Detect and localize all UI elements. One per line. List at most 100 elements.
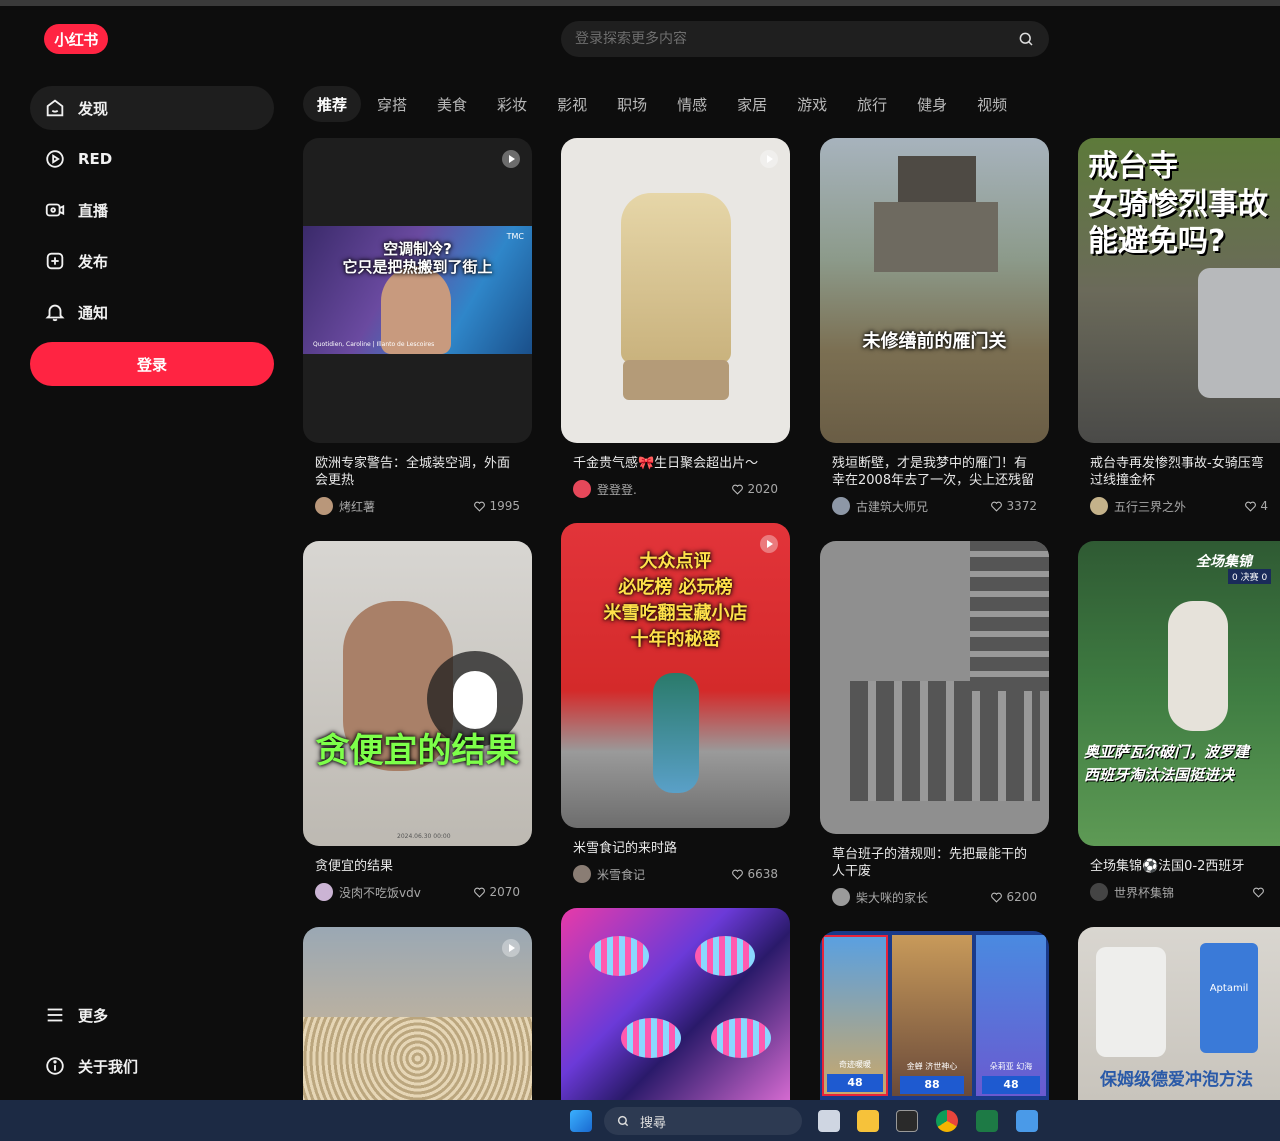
sidebar-item-red[interactable]: RED bbox=[30, 137, 274, 181]
tab-outfit[interactable]: 穿搭 bbox=[363, 86, 421, 122]
cover-overlay-text: 贪便宜的结果 bbox=[315, 731, 520, 771]
feed-card[interactable]: 全场集锦 0 决赛 0 奥亚萨瓦尔破门，波罗建 西班牙淘汰法国挺进决 全场集锦⚽… bbox=[1078, 541, 1280, 901]
like-button[interactable]: 4 bbox=[1244, 499, 1268, 513]
card-cover[interactable] bbox=[561, 908, 790, 1100]
notepad-icon[interactable] bbox=[1016, 1110, 1038, 1132]
file-explorer-icon[interactable] bbox=[857, 1110, 879, 1132]
author-name[interactable]: 烤红薯 bbox=[339, 498, 473, 515]
feed-card[interactable]: 贪便宜的结果 2024.06.30 00:00 贪便宜的结果 没肉不吃饭vdv … bbox=[303, 541, 532, 901]
feed-card[interactable]: 未修缮前的雁门关 残垣断壁，才是我梦中的雁门！有幸在2008年去了一次，尖上还残… bbox=[820, 138, 1049, 515]
gate-wall bbox=[874, 202, 998, 272]
feed-card[interactable]: 大众点评 必吃榜 必玩榜 米雪吃翻宝藏小店 十年的秘密 米雪食记的来时路 米雪食… bbox=[561, 523, 790, 883]
sidebar-item-publish[interactable]: 发布 bbox=[30, 239, 274, 283]
like-button[interactable]: 3372 bbox=[990, 499, 1037, 513]
card-title[interactable]: 贪便宜的结果 bbox=[315, 858, 520, 875]
card-cover[interactable]: 戒台寺 女骑惨烈事故 能避免吗? bbox=[1078, 138, 1280, 443]
card-title[interactable]: 欧洲专家警告：全城装空调，外面会更热 bbox=[315, 455, 520, 489]
author-name[interactable]: 柴大咪的家长 bbox=[856, 889, 990, 906]
tab-film[interactable]: 影视 bbox=[543, 86, 601, 122]
windows-start-icon[interactable] bbox=[570, 1110, 592, 1132]
card-title[interactable]: 戒台寺再发惨烈事故-女骑压弯过线撞金杯 bbox=[1090, 455, 1268, 489]
card-meta: 烤红薯 1995 bbox=[315, 497, 520, 515]
feed-card[interactable]: TMC 空调制冷? 它只是把热搬到了街上 Quotidien, Caroline… bbox=[303, 138, 532, 515]
author-name[interactable]: 五行三界之外 bbox=[1114, 498, 1244, 515]
feed-card[interactable]: 草台班子的潜规则：先把最能干的人干废 柴大咪的家长 6200 bbox=[820, 541, 1049, 906]
xiaohongshu-logo[interactable]: 小红书 bbox=[44, 24, 108, 54]
like-button[interactable]: 2070 bbox=[473, 885, 520, 899]
tab-career[interactable]: 职场 bbox=[603, 86, 661, 122]
sidebar-item-discover[interactable]: 发现 bbox=[30, 86, 274, 130]
cover-overlay-text: 奥亚萨瓦尔破门，波罗建 西班牙淘汰法国挺进决 bbox=[1084, 743, 1250, 784]
avatar[interactable] bbox=[832, 497, 850, 515]
excel-icon[interactable] bbox=[976, 1110, 998, 1132]
photo-timestamp: 2024.06.30 00:00 bbox=[397, 833, 451, 840]
cover-overlay-text: 戒台寺 女骑惨烈事故 能避免吗? bbox=[1088, 149, 1268, 259]
feed-card[interactable]: 戒台寺 女骑惨烈事故 能避免吗? 戒台寺再发惨烈事故-女骑压弯过线撞金杯 五行三… bbox=[1078, 138, 1280, 515]
avatar[interactable] bbox=[573, 480, 591, 498]
avatar[interactable] bbox=[315, 883, 333, 901]
feed-card[interactable]: 千金贵气感🎀生日聚会超出片～ 登登登. 2020 bbox=[561, 138, 790, 498]
card-cover[interactable] bbox=[561, 138, 790, 443]
tab-home[interactable]: 家居 bbox=[723, 86, 781, 122]
task-view-icon[interactable] bbox=[818, 1110, 840, 1132]
search-icon[interactable] bbox=[1017, 30, 1035, 48]
pebbles-texture bbox=[303, 1017, 532, 1100]
tab-food[interactable]: 美食 bbox=[423, 86, 481, 122]
author-name[interactable]: 没肉不吃饭vdv bbox=[339, 884, 473, 901]
search-bar[interactable] bbox=[561, 21, 1049, 57]
tab-makeup[interactable]: 彩妆 bbox=[483, 86, 541, 122]
card-cover[interactable]: 贪便宜的结果 2024.06.30 00:00 bbox=[303, 541, 532, 846]
sidebar-item-more[interactable]: 更多 bbox=[30, 993, 274, 1037]
taskbar-search[interactable]: 搜尋 bbox=[604, 1107, 802, 1135]
card-cover[interactable]: 大众点评 必吃榜 必玩榜 米雪吃翻宝藏小店 十年的秘密 bbox=[561, 523, 790, 828]
sidebar-item-about[interactable]: 关于我们 bbox=[30, 1044, 274, 1088]
like-button[interactable]: 6638 bbox=[731, 867, 778, 881]
feed-card[interactable]: Aptamil 保姆级德爱冲泡方法 bbox=[1078, 927, 1280, 1100]
terminal-icon[interactable] bbox=[896, 1110, 918, 1132]
author-name[interactable]: 世界杯集锦 bbox=[1114, 884, 1252, 901]
feed-card[interactable] bbox=[561, 908, 790, 1100]
card-title[interactable]: 全场集锦⚽法国0-2西班牙 bbox=[1090, 858, 1268, 875]
sidebar-bottom: 更多 关于我们 bbox=[30, 993, 274, 1095]
like-button[interactable]: 2020 bbox=[731, 482, 778, 496]
search-input[interactable] bbox=[575, 31, 1017, 47]
card-title[interactable]: 草台班子的潜规则：先把最能干的人干废 bbox=[832, 846, 1037, 880]
card-cover[interactable]: TMC 空调制冷? 它只是把热搬到了街上 Quotidien, Caroline… bbox=[303, 138, 532, 443]
gate-tower bbox=[898, 156, 976, 202]
card-cover[interactable]: Aptamil 保姆级德爱冲泡方法 bbox=[1078, 927, 1280, 1100]
tab-games[interactable]: 游戏 bbox=[783, 86, 841, 122]
like-button[interactable]: 6200 bbox=[990, 890, 1037, 904]
avatar[interactable] bbox=[1090, 883, 1108, 901]
tab-fitness[interactable]: 健身 bbox=[903, 86, 961, 122]
card-cover[interactable]: 未修缮前的雁门关 bbox=[820, 138, 1049, 443]
tab-emotion[interactable]: 情感 bbox=[663, 86, 721, 122]
login-button[interactable]: 登录 bbox=[30, 342, 274, 386]
chrome-icon[interactable] bbox=[936, 1110, 958, 1132]
author-name[interactable]: 古建筑大师兄 bbox=[856, 498, 990, 515]
card-cover[interactable]: 全场集锦 0 决赛 0 奥亚萨瓦尔破门，波罗建 西班牙淘汰法国挺进决 bbox=[1078, 541, 1280, 846]
author-name[interactable]: 登登登. bbox=[597, 481, 731, 498]
card-title[interactable]: 千金贵气感🎀生日聚会超出片～ bbox=[573, 455, 778, 472]
card-title[interactable]: 残垣断壁，才是我梦中的雁门！有幸在2008年去了一次，尖上还残留冰… bbox=[832, 455, 1037, 489]
avatar[interactable] bbox=[832, 888, 850, 906]
search-icon bbox=[617, 1115, 629, 1127]
tab-video[interactable]: 视频 bbox=[963, 86, 1021, 122]
sidebar-item-notifications[interactable]: 通知 bbox=[30, 290, 274, 334]
tab-recommend[interactable]: 推荐 bbox=[303, 86, 362, 122]
like-button[interactable]: 1995 bbox=[473, 499, 520, 513]
like-button[interactable] bbox=[1252, 886, 1268, 899]
author-name[interactable]: 米雪食记 bbox=[597, 866, 731, 883]
card-cover[interactable] bbox=[820, 541, 1049, 834]
card-cover[interactable] bbox=[303, 927, 532, 1100]
avatar[interactable] bbox=[1090, 497, 1108, 515]
feed-card[interactable]: 奇迹暖暖 48 金蝉 济世神心 88 朵莉亚 幻海 48 bbox=[820, 931, 1049, 1100]
card-title[interactable]: 米雪食记的来时路 bbox=[573, 840, 778, 857]
card-cover[interactable]: 奇迹暖暖 48 金蝉 济世神心 88 朵莉亚 幻海 48 bbox=[820, 931, 1049, 1100]
tab-travel[interactable]: 旅行 bbox=[843, 86, 901, 122]
sidebar-item-live[interactable]: 直播 bbox=[30, 188, 274, 232]
avatar[interactable] bbox=[315, 497, 333, 515]
feed-card[interactable] bbox=[303, 927, 532, 1100]
person-figure bbox=[653, 673, 699, 793]
os-taskbar: 搜尋 bbox=[0, 1100, 1280, 1141]
avatar[interactable] bbox=[573, 865, 591, 883]
